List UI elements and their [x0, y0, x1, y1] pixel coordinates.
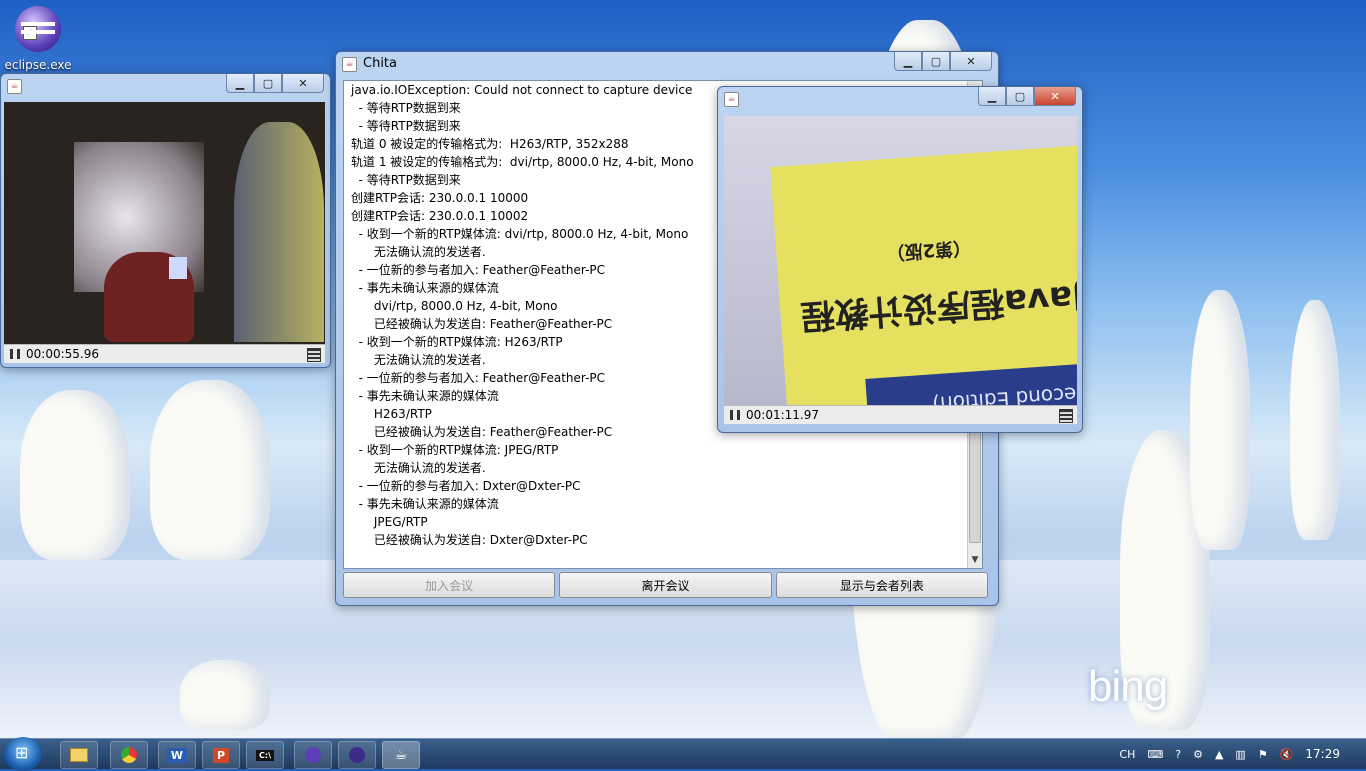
scroll-down-icon[interactable]: ▼ — [968, 552, 982, 568]
minimize-button[interactable]: ▁ — [978, 87, 1006, 106]
input-settings-icon[interactable]: ⚙ — [1193, 748, 1203, 761]
log-line: - 收到一个新的RTP媒体流: JPEG/RTP — [351, 443, 559, 457]
join-meeting-button[interactable]: 加入会议 — [343, 572, 556, 598]
word-icon: W — [166, 747, 188, 763]
taskbar-word-button[interactable]: W — [158, 741, 196, 769]
flag-icon[interactable]: ⚑ — [1258, 748, 1268, 761]
video-person-standing — [234, 122, 324, 342]
system-tray: CH ⌨ ? ⚙ ▲ ▥ ⚑ 🔇 17:29 — [1113, 739, 1366, 769]
desktop-icon-label: eclipse.exe — [4, 58, 72, 72]
eclipse-icon — [305, 747, 321, 763]
wallpaper-tree — [20, 390, 130, 560]
shortcut-arrow-icon: ↗ — [23, 26, 37, 40]
maximize-button[interactable]: ▢ — [254, 74, 282, 93]
bing-watermark: bing — [1088, 662, 1168, 711]
tray-expand-icon[interactable]: ▲ — [1215, 748, 1223, 761]
playback-time: 00:00:55.96 — [26, 347, 99, 361]
playback-time: 00:01:11.97 — [746, 408, 819, 422]
close-button[interactable]: ✕ — [950, 52, 992, 71]
taskbar-chrome-button[interactable] — [110, 741, 148, 769]
video-frame-room — [4, 102, 325, 344]
right-video-window[interactable]: ☕ ▁ ▢ ✕ Java程序设计教程 （第2版） (Second Edition… — [717, 86, 1083, 433]
taskbar-java-button[interactable]: ☕ — [382, 741, 420, 769]
titlebar[interactable]: ☕ ▁ ▢ ✕ — [1, 74, 330, 98]
titlebar[interactable]: ☕ Chita ▁ ▢ ✕ — [336, 52, 998, 76]
java-icon: ☕ — [7, 79, 22, 94]
cmd-icon: C:\ — [256, 749, 274, 761]
left-video-window[interactable]: ☕ ▁ ▢ ✕ 00:00:55.96 — [0, 73, 331, 368]
video-monitor — [169, 257, 187, 279]
film-icon[interactable] — [307, 348, 321, 362]
java-icon: ☕ — [394, 747, 408, 763]
wallpaper-tree — [180, 660, 270, 730]
pause-icon[interactable] — [730, 410, 740, 420]
minimize-button[interactable]: ▁ — [894, 52, 922, 71]
maximize-button[interactable]: ▢ — [1006, 87, 1034, 106]
chrome-icon — [121, 747, 137, 763]
wallpaper-tree — [1190, 290, 1250, 550]
film-icon[interactable] — [1059, 409, 1073, 423]
eclipse-icon — [349, 747, 365, 763]
close-button[interactable]: ✕ — [282, 74, 324, 93]
log-line: JPEG/RTP — [351, 515, 428, 529]
book-edition-en: (Second Edition) — [865, 362, 1077, 405]
java-icon: ☕ — [724, 92, 739, 107]
show-participants-button[interactable]: 显示与会者列表 — [775, 572, 988, 598]
folder-icon — [70, 748, 88, 762]
taskbar-powerpoint-button[interactable]: P — [202, 741, 240, 769]
input-language[interactable]: CH — [1119, 748, 1135, 761]
taskbar: W P C:\ ☕ CH ⌨ ? ⚙ ▲ ▥ ⚑ 🔇 17:29 — [0, 737, 1366, 771]
book-edition: （第2版） — [885, 236, 972, 264]
java-icon: ☕ — [342, 57, 357, 72]
clock[interactable]: 17:29 — [1305, 747, 1340, 761]
keyboard-icon[interactable]: ⌨ — [1147, 748, 1163, 761]
taskbar-eclipse-button-2[interactable] — [338, 741, 376, 769]
pause-icon[interactable] — [10, 349, 20, 359]
close-button[interactable]: ✕ — [1034, 87, 1076, 106]
minimize-button[interactable]: ▁ — [226, 74, 254, 93]
start-button[interactable] — [4, 737, 42, 771]
button-row: 加入会议 离开会议 显示与会者列表 — [343, 572, 988, 598]
eclipse-icon: ↗ — [15, 6, 61, 52]
book-title: Java程序设计教程 — [799, 276, 1077, 337]
help-icon[interactable]: ? — [1175, 748, 1181, 761]
taskbar-cmd-button[interactable]: C:\ — [246, 741, 284, 769]
taskbar-eclipse-button-1[interactable] — [294, 741, 332, 769]
network-icon[interactable]: ▥ — [1235, 748, 1245, 761]
titlebar[interactable]: ☕ ▁ ▢ ✕ — [718, 87, 1082, 111]
volume-muted-icon[interactable]: 🔇 — [1280, 748, 1294, 761]
window-title: Chita — [363, 56, 397, 71]
leave-meeting-button[interactable]: 离开会议 — [559, 572, 772, 598]
desktop-icon-eclipse[interactable]: ↗ eclipse.exe — [4, 6, 72, 72]
player-controls: 00:00:55.96 — [4, 344, 325, 363]
taskbar-explorer-button[interactable] — [60, 741, 98, 769]
wallpaper-tree — [150, 380, 270, 560]
log-line: - 事先未确认来源的媒体流 — [351, 497, 499, 511]
powerpoint-icon: P — [212, 747, 230, 763]
video-frame-book: Java程序设计教程 （第2版） (Second Edition) — [724, 116, 1077, 405]
wallpaper-tree — [1290, 300, 1340, 540]
video-book-cover: Java程序设计教程 （第2版） (Second Edition) — [770, 145, 1077, 405]
log-line: 无法确认流的发送者. — [351, 461, 486, 475]
log-line: - 一位新的参与者加入: Dxter@Dxter-PC — [351, 479, 581, 493]
maximize-button[interactable]: ▢ — [922, 52, 950, 71]
log-line: 已经被确认为发送自: Dxter@Dxter-PC — [351, 533, 588, 547]
player-controls: 00:01:11.97 — [724, 405, 1077, 424]
